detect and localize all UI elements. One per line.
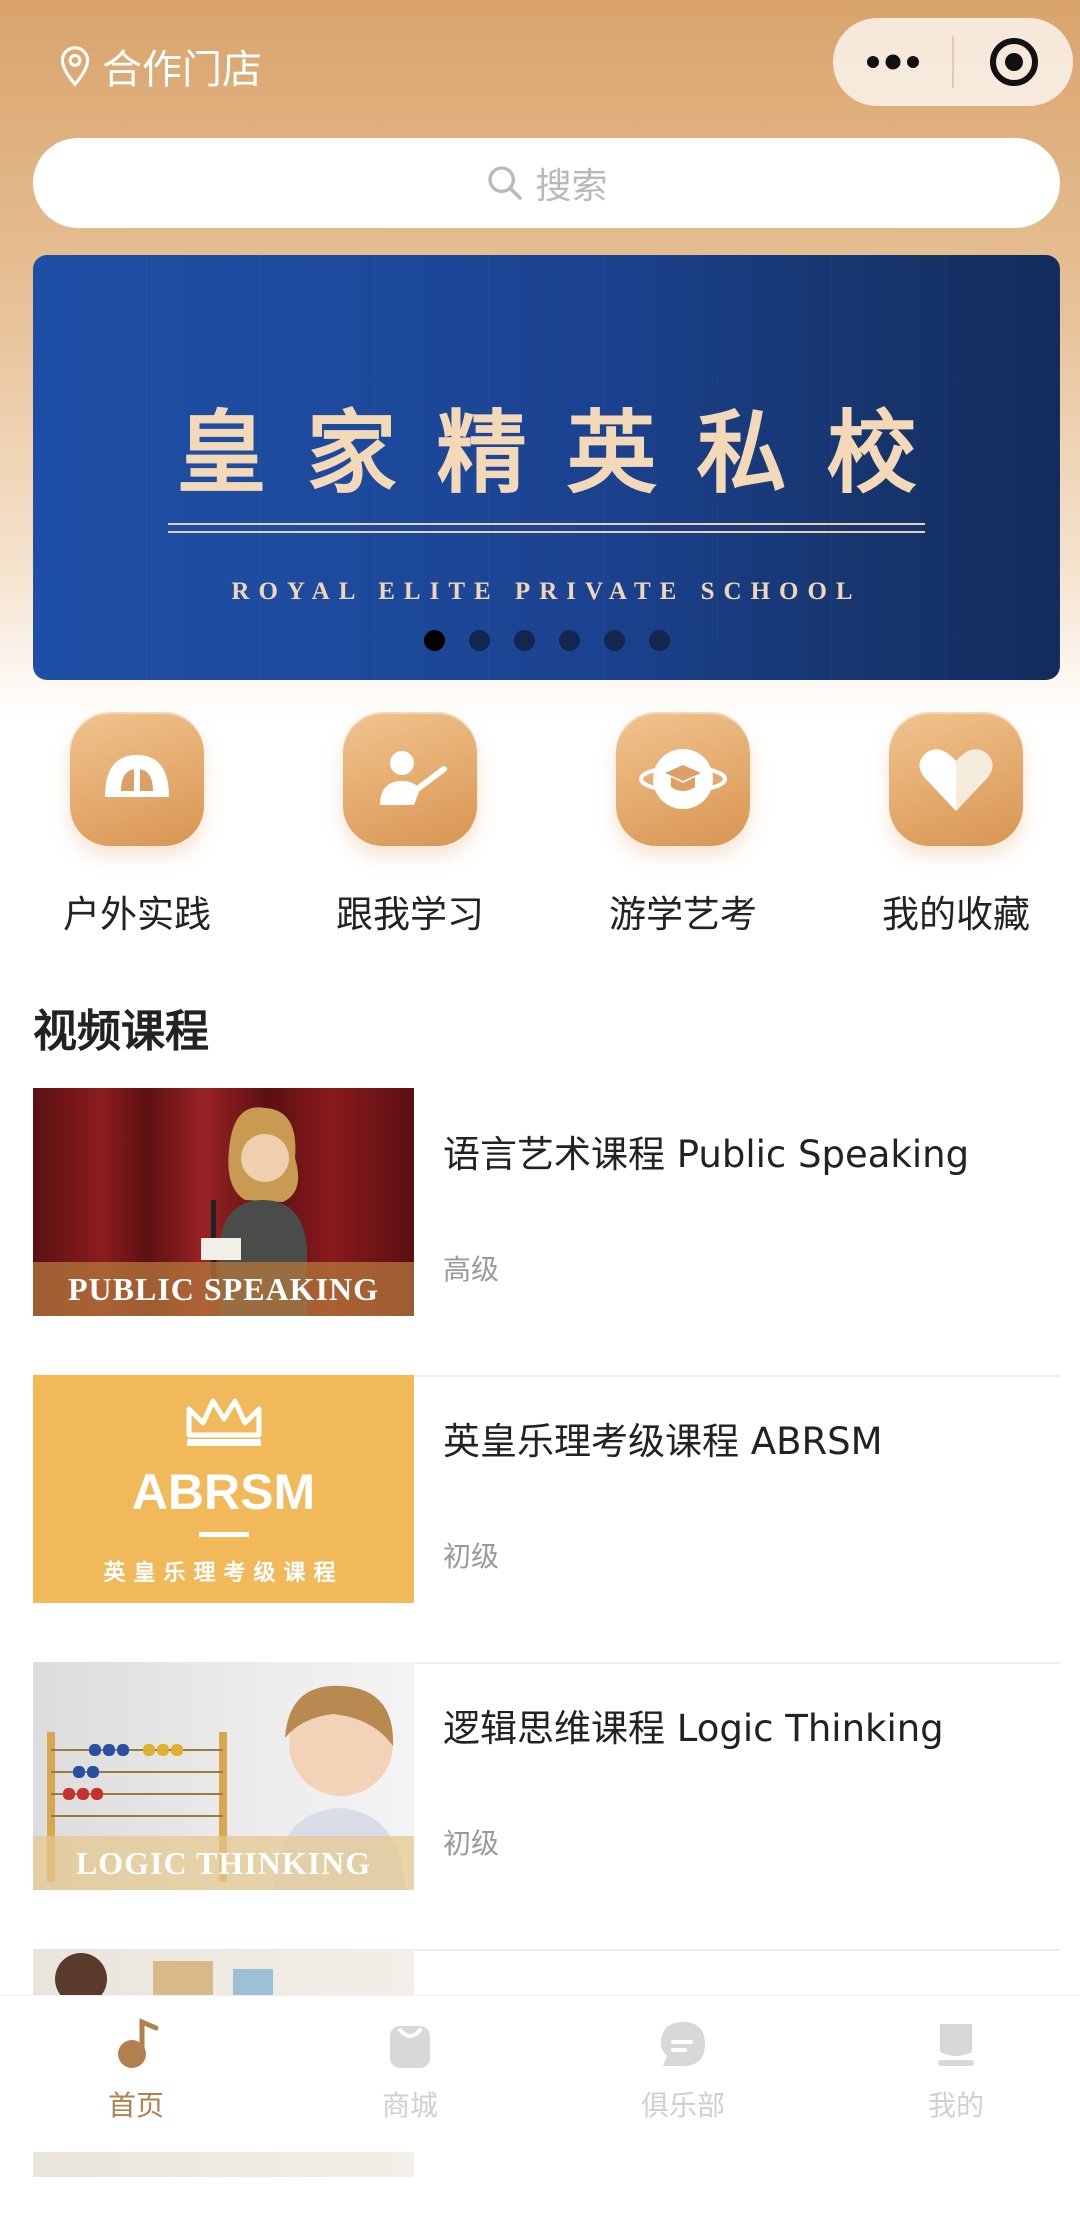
tab-label: 首页 (107, 2089, 164, 2122)
pagination-dot[interactable] (558, 630, 580, 651)
quick-icon-frame (70, 712, 204, 846)
tab-label: 俱乐部 (640, 2089, 725, 2122)
banner-pagination (33, 630, 1060, 651)
thumbnail-caption: PUBLIC SPEAKING (33, 1262, 414, 1316)
pagination-dot[interactable] (603, 630, 625, 651)
pagination-dot[interactable] (468, 630, 490, 651)
thumbnail-underline (199, 1532, 249, 1537)
store-location[interactable]: 合作门店 (58, 40, 262, 93)
tab-label: 商城 (381, 2089, 438, 2122)
banner-title: 皇家精英私校 (176, 400, 957, 506)
banner-subtitle: ROYAL ELITE PRIVATE SCHOOL (231, 578, 862, 605)
quick-action-study-tour[interactable]: 游学艺考 (546, 712, 820, 938)
quick-icon-frame (616, 712, 750, 846)
music-note-icon (118, 2018, 159, 2068)
course-level: 高级 (443, 1253, 500, 1286)
thumbnail-caption: 英皇乐理考级课程 (103, 1561, 344, 1586)
teacher-icon (380, 751, 447, 805)
quick-action-outdoor[interactable]: 户外实践 (0, 712, 274, 938)
tab-home[interactable]: 首页 (36, 2016, 236, 2124)
promo-banner[interactable]: 皇家精英私校 ROYAL ELITE PRIVATE SCHOOL (33, 255, 1060, 680)
search-bar[interactable]: 搜索 (33, 138, 1060, 228)
close-button[interactable] (954, 18, 1073, 106)
heart-icon (919, 749, 993, 811)
target-close-icon (989, 38, 1038, 86)
mini-program-capsule (833, 18, 1073, 106)
location-label: 合作门店 (102, 47, 262, 93)
chat-bubble-icon (661, 2022, 705, 2066)
course-thumbnail: LOGIC THINKING (33, 1662, 414, 1890)
quick-action-label: 跟我学习 (336, 893, 484, 936)
quick-action-label: 游学艺考 (609, 893, 757, 936)
user-icon (938, 2024, 974, 2066)
thumbnail-brand: ABRSM (131, 1464, 316, 1520)
pagination-dot[interactable] (648, 630, 670, 651)
quick-icon-frame (889, 712, 1023, 846)
course-item[interactable]: PUBLIC SPEAKING 语言艺术课程 Public Speaking 高… (33, 1088, 1060, 1377)
tab-bar: 首页 商城 俱乐部 我的 (0, 1995, 1080, 2152)
thumbnail-caption: LOGIC THINKING (33, 1836, 414, 1890)
search-placeholder: 搜索 (535, 166, 608, 207)
tab-club[interactable]: 俱乐部 (583, 2016, 783, 2124)
tab-profile[interactable]: 我的 (856, 2016, 1056, 2124)
course-item[interactable]: ABRSM 英皇乐理考级课程 英皇乐理考级课程 ABRSM 初级 (33, 1375, 1060, 1664)
shopping-bag-icon (390, 2026, 430, 2068)
more-dots-icon (866, 54, 919, 70)
section-title: 视频课程 (33, 1006, 209, 1057)
more-button[interactable] (833, 18, 952, 106)
quick-action-learn[interactable]: 跟我学习 (273, 712, 547, 938)
course-item[interactable]: LOGIC THINKING 逻辑思维课程 Logic Thinking 初级 (33, 1662, 1060, 1951)
course-title: 逻辑思维课程 Logic Thinking (443, 1707, 944, 1750)
course-title: 语言艺术课程 Public Speaking (443, 1133, 970, 1176)
quick-action-favorites[interactable]: 我的收藏 (819, 712, 1080, 938)
pagination-dot[interactable] (423, 630, 445, 651)
tent-icon (105, 755, 169, 797)
quick-action-label: 户外实践 (63, 893, 211, 936)
course-thumbnail: ABRSM 英皇乐理考级课程 (33, 1375, 414, 1603)
quick-action-label: 我的收藏 (882, 893, 1030, 936)
quick-icon-frame (343, 712, 477, 846)
pagination-dot[interactable] (513, 630, 535, 651)
crown-icon (186, 1398, 262, 1446)
search-icon (488, 166, 523, 200)
course-level: 初级 (443, 1827, 500, 1860)
graduation-globe-icon (639, 749, 727, 809)
course-level: 初级 (443, 1540, 500, 1573)
tab-label: 我的 (927, 2089, 984, 2122)
location-pin-icon (60, 46, 90, 87)
course-thumbnail: PUBLIC SPEAKING (33, 1088, 414, 1316)
quick-actions: 户外实践 跟我学习 游学艺考 我的收藏 (0, 712, 1080, 942)
tab-mall[interactable]: 商城 (310, 2016, 510, 2124)
course-title: 英皇乐理考级课程 ABRSM (443, 1420, 883, 1463)
banner-divider (168, 523, 925, 533)
